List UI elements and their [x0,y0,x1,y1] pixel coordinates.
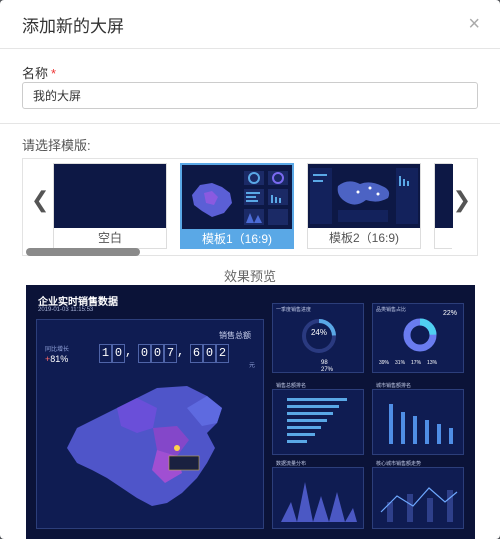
total-digit: 1 [99,344,112,363]
chevron-left-icon[interactable]: ❮ [31,187,49,213]
ring1-value: 24% [310,328,327,337]
total-digit: 0 [138,344,151,363]
map-panel: 销售总额 同比增长 +81% 元 10,007,602 [36,319,264,529]
name-input[interactable] [22,82,478,109]
divider [0,123,500,124]
total-digit: 0 [151,344,164,363]
category-panel: 品类销售占比 22% 39% 31% 17% 13% [372,303,464,373]
category-stats: 39% 31% 17% 13% [379,360,438,366]
required-mark: * [51,66,57,81]
template-caption: 空白 [97,231,122,245]
total-label: 销售总额 [219,331,251,340]
total-digit: , [125,345,133,359]
growth-value: +81% [45,354,69,364]
core-city-panel: 核心城市销售额走势 [372,461,464,529]
total-digit: 6 [190,344,203,363]
china-map [67,386,222,506]
template-thumb-blank [54,164,166,228]
dialog-title: 添加新的大屏 [22,16,124,36]
city-panel: 城市销售额排名 [372,383,464,455]
distribution-panel: 数据流量分布 [272,461,364,529]
core-city-chart [380,487,458,522]
name-label: 名称 * [22,66,57,81]
template-blank[interactable]: 空白 [53,163,167,249]
preview-label: 效果预览 [223,269,276,284]
city-bars [389,404,453,444]
total-digit: 0 [112,344,125,363]
distribution-chart [281,482,357,522]
total-digit: 7 [164,344,177,363]
template-caption: 模板1（16:9) [182,229,292,249]
add-screen-dialog: 添加新的大屏 × 名称* 请选择模版: ❮ 空白 [0,0,500,539]
template-thumb-2 [308,164,420,228]
unit-label: 元 [248,363,255,369]
template-2[interactable]: 模板2（16:9) [307,163,421,249]
carousel-scrollbar[interactable] [26,248,140,256]
rank-panel: 销售总额排名 [272,383,364,455]
template-caption: 模板2（16:9) [328,231,400,245]
dashboard-date: 2019-01-03 11:15:53 [38,307,94,313]
category-donut [403,318,437,352]
template-1[interactable]: 模板1（16:9) [180,163,294,249]
ring2-value: 22% [442,310,457,317]
close-icon[interactable]: × [468,12,480,36]
template-3-partial[interactable] [434,163,453,249]
chevron-right-icon[interactable]: ❯ [453,187,471,213]
total-digit: , [177,345,185,359]
stat-value: 27% [321,367,334,373]
template-thumb-3 [435,164,453,228]
total-digit: 0 [203,344,216,363]
rank-bars [287,398,347,443]
template-carousel: ❮ 空白 模板1（16:9) 模板2（16:9) ❯ [22,158,478,256]
growth-label: 同比增长 [45,347,70,353]
template-thumb-1 [182,165,292,229]
progress-panel: 一季度销售进度 24% 98 27% [272,303,364,373]
dashboard-title: 企业实时销售数据 [38,297,118,308]
preview-dashboard: 企业实时销售数据 2019-01-03 11:15:53 销售总额 同比增长 +… [26,285,475,539]
template-label: 请选择模版: [22,138,91,153]
total-digit: 2 [216,344,229,363]
stat-value: 98 [321,360,328,366]
dialog-header: 添加新的大屏 × [0,0,500,49]
